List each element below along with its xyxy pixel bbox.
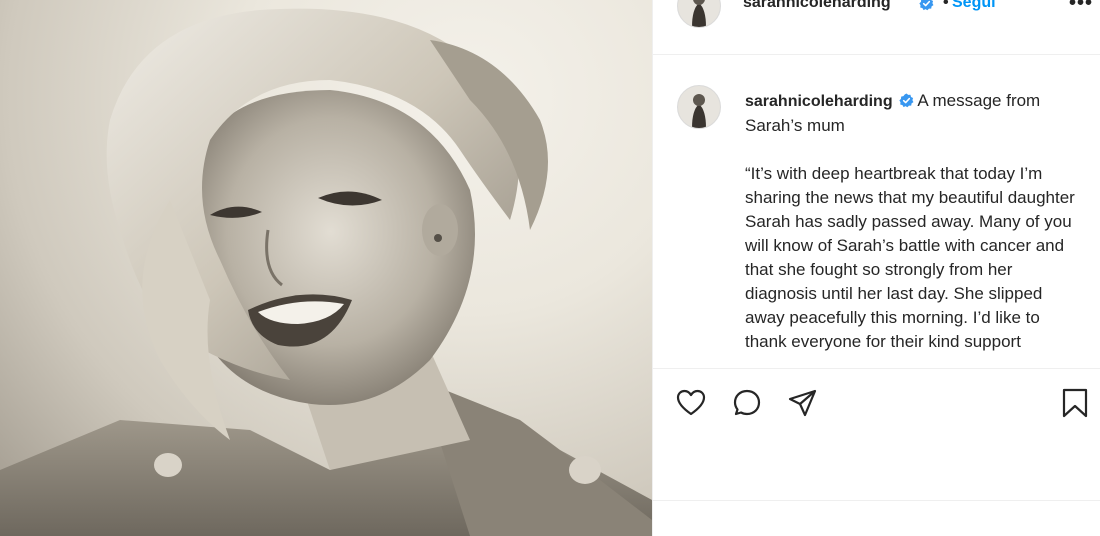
post-header: sarahnicoleharding • Segui •••	[653, 0, 1100, 55]
caption-area: sarahnicoleharding A message from Sarah’…	[653, 55, 1100, 367]
post-detail-panel: sarahnicoleharding • Segui ••• sarahnico…	[652, 0, 1100, 536]
header-username[interactable]: sarahnicoleharding	[743, 0, 891, 12]
caption-username[interactable]: sarahnicoleharding	[745, 93, 893, 110]
action-bar	[653, 368, 1100, 441]
divider	[653, 500, 1100, 501]
caption-body: “It’s with deep heartbreak that today I’…	[745, 164, 1075, 351]
separator-dot: •	[943, 0, 949, 11]
paper-plane-icon[interactable]	[787, 387, 819, 419]
comment-bubble-icon[interactable]	[731, 387, 763, 419]
follow-button[interactable]: Segui	[952, 0, 996, 12]
avatar[interactable]	[677, 0, 721, 28]
post-photo[interactable]	[0, 0, 652, 536]
caption-avatar[interactable]	[677, 85, 721, 129]
portrait-image	[0, 8, 652, 536]
more-options-button[interactable]: •••	[1069, 0, 1093, 15]
verified-badge-icon	[919, 0, 934, 11]
caption-text: sarahnicoleharding A message from Sarah’…	[745, 89, 1085, 354]
heart-icon[interactable]	[675, 387, 707, 419]
verified-badge-icon	[898, 93, 914, 108]
bookmark-icon[interactable]	[1059, 387, 1091, 419]
